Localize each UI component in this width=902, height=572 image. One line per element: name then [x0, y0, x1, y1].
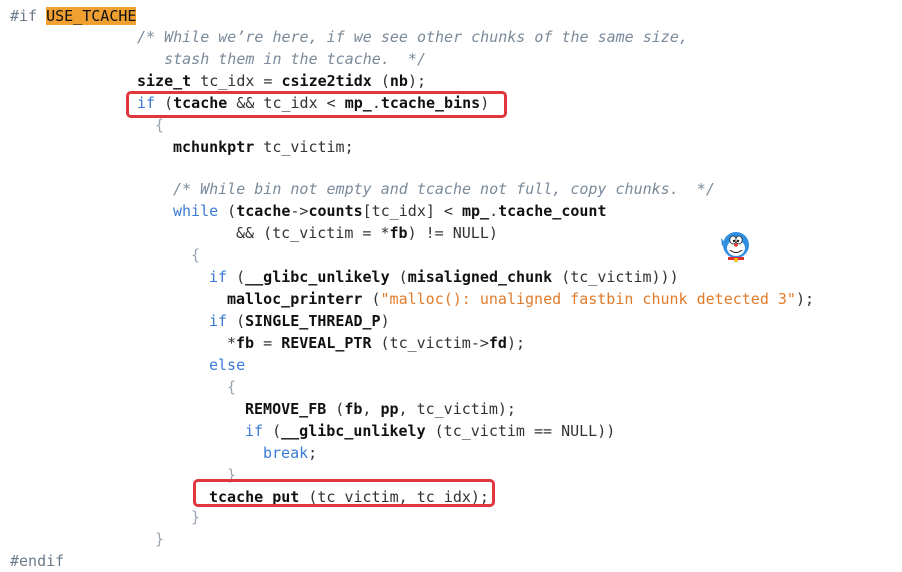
code-line: else — [209, 354, 245, 376]
code-token: REMOVE_FB — [245, 400, 327, 418]
code-line: while (tcache->counts[tc_idx] < mp_.tcac… — [173, 200, 607, 222]
code-token: * — [227, 334, 237, 352]
code-line: if (__glibc_unlikely (tc_victim == NULL)… — [245, 420, 615, 442]
code-token: fd — [488, 334, 507, 352]
highlight-box-if-tcache-condition — [126, 91, 507, 118]
code-line: stash them in the tcache. */ — [137, 48, 426, 70]
code-token: tc_victim; — [254, 138, 354, 156]
code-line: } — [191, 506, 200, 528]
code-line: { — [227, 376, 236, 398]
code-token: , tc_victim); — [398, 400, 516, 418]
code-token: fb — [236, 334, 255, 352]
code-token: -> — [290, 202, 309, 220]
code-token: /* While bin not empty and tcache not fu… — [173, 180, 715, 198]
code-token: stash them in the tcache. */ — [137, 50, 426, 68]
code-token: = — [254, 334, 282, 352]
code-token: ) != NULL) — [407, 224, 498, 242]
code-token: __glibc_unlikely — [245, 268, 390, 286]
code-token: csize2tidx — [281, 72, 372, 90]
code-token: , — [362, 400, 381, 418]
code-token: nb — [389, 72, 408, 90]
code-token: mchunkptr — [173, 138, 255, 156]
code-token: if — [245, 422, 264, 440]
code-line: malloc_printerr ("malloc(): unaligned fa… — [227, 288, 814, 310]
code-token: tc_idx = — [191, 72, 282, 90]
code-token: (tc_victim == NULL)) — [425, 422, 616, 440]
code-token: ( — [227, 312, 246, 330]
code-token: #endif — [10, 552, 65, 570]
code-token: { — [155, 116, 165, 134]
code-line: /* While bin not empty and tcache not fu… — [173, 178, 715, 200]
highlighted-macro: USE_TCACHE — [46, 7, 137, 25]
code-token: ( — [326, 400, 345, 418]
code-line: mchunkptr tc_victim; — [173, 136, 354, 158]
code-token: ); — [795, 290, 815, 308]
code-token: tcache — [236, 202, 291, 220]
highlight-box-tcache-put — [193, 479, 495, 507]
code-token: ) — [380, 312, 390, 330]
code-token: ( — [362, 290, 381, 308]
code-line: { — [191, 244, 200, 266]
code-token: ( — [218, 202, 237, 220]
code-token: if — [209, 268, 228, 286]
code-token: && (tc_victim = * — [236, 224, 390, 242]
code-line: if (__glibc_unlikely (misaligned_chunk (… — [209, 266, 679, 288]
code-line: } — [155, 528, 164, 550]
code-token: if — [209, 312, 228, 330]
code-line: *fb = REVEAL_PTR (tc_victim->fd); — [227, 332, 525, 354]
code-token: fb — [389, 224, 408, 242]
code-token: size_t — [137, 72, 192, 90]
code-token: #if — [10, 7, 47, 25]
code-line: #endif — [10, 550, 64, 572]
code-token: counts — [308, 202, 363, 220]
code-line: size_t tc_idx = csize2tidx (nb); — [137, 70, 426, 92]
code-token: break — [263, 444, 309, 462]
code-token: malloc_printerr — [227, 290, 363, 308]
code-token: ( — [389, 268, 408, 286]
code-line: REMOVE_FB (fb, pp, tc_victim); — [245, 398, 516, 420]
code-token: ); — [407, 72, 426, 90]
code-token: { — [191, 246, 201, 264]
code-token: tcache_count — [498, 202, 607, 220]
code-token: SINGLE_THREAD_P — [245, 312, 381, 330]
code-line: #if USE_TCACHE — [10, 5, 137, 27]
code-token: while — [173, 202, 219, 220]
code-line: break; — [263, 442, 317, 464]
code-token: } — [155, 530, 165, 548]
code-token: ( — [371, 72, 390, 90]
code-token: pp — [380, 400, 399, 418]
code-token: ; — [308, 444, 318, 462]
code-token: (tc_victim-> — [371, 334, 489, 352]
code-token: (tc_victim))) — [552, 268, 679, 286]
code-token: REVEAL_PTR — [281, 334, 372, 352]
code-token: . — [489, 202, 499, 220]
code-line: if (SINGLE_THREAD_P) — [209, 310, 390, 332]
code-line: /* While we’re here, if we see other chu… — [137, 26, 688, 48]
code-line: && (tc_victim = *fb) != NULL) — [236, 222, 498, 244]
code-token: __glibc_unlikely — [281, 422, 426, 440]
code-token: } — [191, 508, 201, 526]
code-token: fb — [344, 400, 363, 418]
code-token: { — [227, 378, 237, 396]
code-token: misaligned_chunk — [407, 268, 553, 286]
code-token: [tc_idx] < — [362, 202, 462, 220]
code-token: ( — [263, 422, 282, 440]
code-token: ); — [506, 334, 526, 352]
code-token: "malloc(): unaligned fastbin chunk detec… — [380, 290, 796, 308]
code-token: /* While we’re here, if we see other chu… — [137, 28, 688, 46]
code-token: ( — [227, 268, 246, 286]
code-token: else — [209, 356, 246, 374]
doraemon-mascot-icon — [718, 228, 754, 264]
code-token: mp_ — [462, 202, 490, 220]
